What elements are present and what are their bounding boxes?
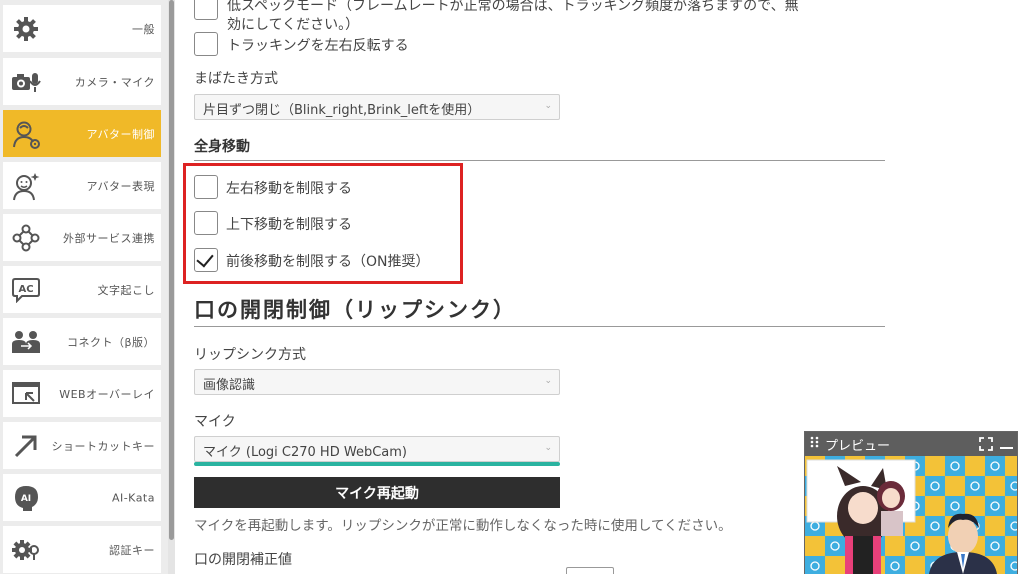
sidebar-item-external-services[interactable]: 外部サービス連携 <box>3 214 161 261</box>
mic-value: マイク (Logi C270 HD WebCam) <box>203 445 407 460</box>
mouth-correction-label: 口の開閉補正値 <box>194 552 292 568</box>
mic-label: マイク <box>194 414 236 430</box>
arrow-icon <box>11 431 41 461</box>
sidebar-item-shortcut-keys[interactable]: ショートカットキー <box>3 422 161 469</box>
mic-restart-note: マイクを再起動します。リップシンクが正常に動作しなくなった時に使用してください。 <box>194 518 732 534</box>
preview-canvas <box>805 456 1017 574</box>
sidebar-item-auth-key[interactable]: 認証キー <box>3 526 161 573</box>
blink-method-select[interactable]: 片目ずつ閉じ（Blink_right,Brink_leftを使用） ⌄ <box>194 94 560 120</box>
flip-tracking-checkbox[interactable] <box>194 32 218 56</box>
camera-mic-icon <box>11 67 41 97</box>
sidebar-item-connect[interactable]: コネクト（β版） <box>3 318 161 365</box>
preview-window[interactable]: プレビュー <box>804 431 1018 574</box>
mic-level-bar <box>194 462 560 466</box>
drag-grip-icon[interactable] <box>810 436 820 452</box>
checkmark-icon <box>196 249 214 268</box>
minimize-icon[interactable] <box>1000 447 1013 449</box>
sidebar-item-label: AI-Kata <box>111 491 155 504</box>
sidebar-scrollbar[interactable] <box>168 0 175 574</box>
blink-method-label: まばたき方式 <box>194 71 278 87</box>
overlay-icon <box>11 379 41 409</box>
lipsync-method-label: リップシンク方式 <box>194 347 306 363</box>
sidebar-item-label: WEBオーバーレイ <box>59 387 155 401</box>
sidebar-item-label: 文字起こし <box>97 283 155 297</box>
low-spec-mode-label-cont: 効にしてください。） <box>227 17 360 33</box>
sidebar-item-label: アバター制御 <box>86 127 155 141</box>
sidebar-item-label: 認証キー <box>109 543 155 557</box>
preview-titlebar[interactable]: プレビュー <box>805 432 1017 456</box>
low-spec-mode-label: 低スペックモード（フレームレートが正常の場合は、トラッキング頻度が落ちますので、… <box>227 0 799 14</box>
avatar-control-icon <box>11 119 41 149</box>
chevron-down-icon: ⌄ <box>544 376 552 386</box>
svg-text:AI: AI <box>21 494 31 504</box>
ai-icon: AI <box>11 483 41 513</box>
limit-forward-back-label: 前後移動を制限する（ON推奨） <box>226 254 430 270</box>
scrollbar-thumb[interactable] <box>169 0 174 540</box>
sidebar-item-web-overlay[interactable]: WEBオーバーレイ <box>3 370 161 417</box>
sidebar: 一般 カメラ・マイク アバター制御 アバター表現 外部サービス連携 AC 文字起… <box>0 0 168 574</box>
sidebar-item-ai-kata[interactable]: AI AI-Kata <box>3 474 161 521</box>
sidebar-item-label: カメラ・マイク <box>74 75 155 89</box>
svg-text:AC: AC <box>18 284 33 295</box>
ac-caption-icon: AC <box>11 275 41 305</box>
chevron-down-icon: ⌄ <box>544 443 552 453</box>
sidebar-item-camera-mic[interactable]: カメラ・マイク <box>3 58 161 105</box>
limit-up-down-checkbox[interactable] <box>194 211 218 235</box>
sidebar-item-label: アバター表現 <box>86 179 155 193</box>
network-icon <box>11 223 41 253</box>
low-spec-mode-checkbox[interactable] <box>194 0 218 20</box>
key-gear-icon <box>11 535 41 565</box>
mic-restart-button[interactable]: マイク再起動 <box>194 477 560 508</box>
sidebar-item-label: コネクト（β版） <box>66 335 155 349</box>
lipsync-heading: 口の開閉制御（リップシンク） <box>194 298 516 322</box>
gear-icon <box>11 14 41 44</box>
chevron-down-icon: ⌄ <box>544 101 552 111</box>
sidebar-item-avatar-expression[interactable]: アバター表現 <box>3 162 161 209</box>
limit-left-right-checkbox[interactable] <box>194 175 218 199</box>
limit-up-down-label: 上下移動を制限する <box>226 217 352 233</box>
sidebar-item-label: 外部サービス連携 <box>63 231 155 245</box>
body-move-heading: 全身移動 <box>194 139 250 155</box>
sidebar-item-transcription[interactable]: AC 文字起こし <box>3 266 161 313</box>
divider <box>194 160 885 161</box>
expand-icon[interactable] <box>979 437 993 455</box>
limit-forward-back-checkbox[interactable] <box>194 248 218 272</box>
lipsync-method-select[interactable]: 画像認識 ⌄ <box>194 369 560 395</box>
divider <box>194 326 885 327</box>
limit-left-right-label: 左右移動を制限する <box>226 181 352 197</box>
preview-title: プレビュー <box>825 438 891 454</box>
lipsync-method-value: 画像認識 <box>203 378 256 393</box>
mouth-correction-input[interactable] <box>566 567 614 574</box>
avatar-expression-icon <box>11 171 41 201</box>
sidebar-item-label: ショートカットキー <box>51 439 155 453</box>
flip-tracking-label: トラッキングを左右反転する <box>227 38 409 54</box>
sidebar-item-label: 一般 <box>132 22 155 36</box>
mic-select[interactable]: マイク (Logi C270 HD WebCam) ⌄ <box>194 436 560 462</box>
sidebar-item-avatar-control[interactable]: アバター制御 <box>3 110 161 157</box>
blink-method-value: 片目ずつ閉じ（Blink_right,Brink_leftを使用） <box>203 103 481 118</box>
people-icon <box>11 327 41 357</box>
sidebar-item-general[interactable]: 一般 <box>3 5 161 52</box>
